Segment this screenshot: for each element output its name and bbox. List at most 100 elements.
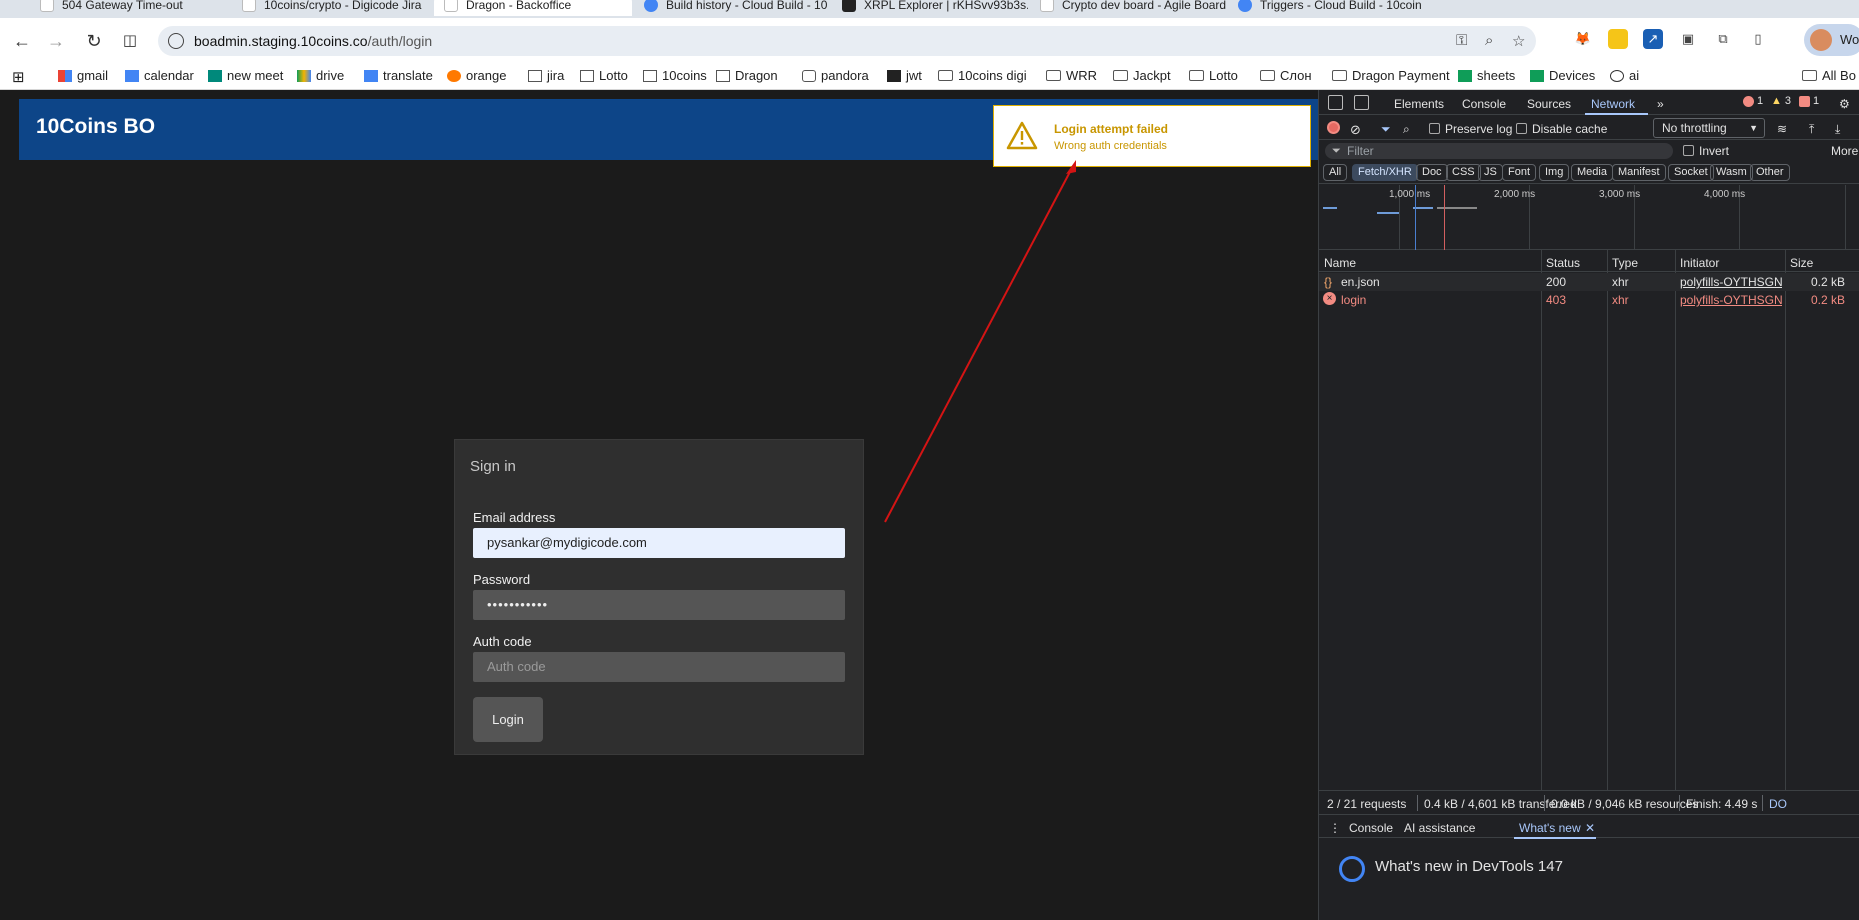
column-initiator[interactable]: Initiator: [1680, 256, 1719, 270]
bookmark-item[interactable]: new meet: [208, 68, 283, 83]
more-filters-label[interactable]: More: [1831, 144, 1858, 158]
error-count-badge[interactable]: 1: [1743, 95, 1763, 107]
request-initiator-link[interactable]: polyfills-OYTHSGNX: [1680, 275, 1782, 289]
settings-gear-icon[interactable]: ⚙: [1839, 97, 1850, 111]
record-stop-icon[interactable]: [1327, 121, 1340, 134]
browser-tab[interactable]: Triggers - Cloud Build - 10coin: [1228, 0, 1424, 16]
browser-tab[interactable]: XRPL Explorer | rKHSvv93b3s...: [832, 0, 1028, 16]
auth-code-field[interactable]: [473, 652, 845, 682]
type-filter-img[interactable]: Img: [1539, 164, 1570, 181]
browser-tab[interactable]: Build history - Cloud Build - 10: [634, 0, 830, 16]
type-filter-fetch-xhr[interactable]: Fetch/XHR: [1352, 164, 1418, 181]
login-button[interactable]: Login: [473, 697, 543, 742]
email-field[interactable]: pysankar@mydigicode.com: [473, 528, 845, 558]
zoom-icon[interactable]: ⌕: [1485, 32, 1493, 49]
bookmark-item[interactable]: 10coins digi: [938, 68, 1027, 83]
browser-tab[interactable]: 10coins/crypto - Digicode Jira: [232, 0, 432, 16]
extension-icon[interactable]: ▣: [1678, 29, 1698, 49]
bookmark-item[interactable]: gmail: [58, 68, 108, 83]
more-tabs-icon[interactable]: »: [1657, 97, 1664, 111]
table-row[interactable]: × login 403 xhr polyfills-OYTHSGNX 0.2 k…: [1319, 291, 1859, 309]
extension-icon[interactable]: ↗: [1643, 29, 1663, 49]
column-status[interactable]: Status: [1546, 256, 1580, 270]
omnibox[interactable]: boadmin.staging.10coins.co/auth/login ⚿ …: [158, 26, 1536, 56]
import-har-icon[interactable]: ⤒: [1809, 122, 1814, 137]
bookmark-item[interactable]: translate: [364, 68, 433, 83]
warning-count-badge[interactable]: ▲ 3: [1771, 95, 1791, 107]
bookmark-item[interactable]: pandora: [802, 68, 869, 83]
filter-input[interactable]: ⏷ Filter: [1325, 143, 1673, 159]
type-filter-other[interactable]: Other: [1750, 164, 1790, 181]
password-field[interactable]: •••••••••••: [473, 590, 845, 620]
type-filter-socket[interactable]: Socket: [1668, 164, 1714, 181]
close-icon[interactable]: ✕: [1585, 821, 1595, 835]
disable-cache-checkbox[interactable]: [1516, 123, 1527, 134]
network-overview[interactable]: 1,000 ms 2,000 ms 3,000 ms 4,000 ms: [1319, 185, 1859, 250]
type-filter-font[interactable]: Font: [1502, 164, 1537, 181]
bookmark-item[interactable]: Devices: [1530, 68, 1595, 83]
issues-count-badge[interactable]: 1: [1799, 95, 1819, 107]
type-filter-manifest[interactable]: Manifest: [1612, 164, 1666, 181]
browser-tab[interactable]: 504 Gateway Time-out: [30, 0, 260, 16]
column-type[interactable]: Type: [1612, 256, 1638, 270]
bookmark-item[interactable]: 10coins: [643, 68, 707, 83]
bookmark-item[interactable]: WRR: [1046, 68, 1097, 83]
network-conditions-icon[interactable]: ≋: [1777, 122, 1787, 136]
bookmark-item[interactable]: Dragon: [716, 68, 778, 83]
extension-icon[interactable]: [1608, 29, 1628, 49]
inspect-icon[interactable]: [1328, 95, 1343, 110]
clear-icon[interactable]: ⊘: [1350, 122, 1361, 138]
type-filter-media[interactable]: Media: [1571, 164, 1613, 181]
drawer-menu-icon[interactable]: ⋮: [1329, 821, 1341, 835]
url-text[interactable]: boadmin.staging.10coins.co/auth/login: [194, 33, 432, 49]
metamask-icon[interactable]: 🦊: [1573, 29, 1593, 49]
bookmark-item[interactable]: drive: [297, 68, 344, 83]
bookmark-item[interactable]: Dragon Payment: [1332, 68, 1450, 83]
sidebar-icon[interactable]: ▯: [1748, 29, 1768, 49]
filter-funnel-icon[interactable]: ⏷: [1381, 122, 1391, 137]
bookmark-item[interactable]: jwt: [887, 68, 922, 83]
search-icon[interactable]: ⌕: [1403, 122, 1410, 137]
bookmark-item[interactable]: jira: [528, 68, 564, 83]
reload-button[interactable]: ↻: [82, 29, 106, 53]
split-view-icon[interactable]: ◫: [118, 29, 142, 53]
tab-network[interactable]: Network: [1591, 97, 1635, 111]
back-button[interactable]: ←: [10, 29, 34, 53]
invert-checkbox[interactable]: [1683, 145, 1694, 156]
extensions-puzzle-icon[interactable]: ⧉: [1713, 29, 1733, 49]
forward-button[interactable]: →: [44, 29, 68, 53]
drawer-tab-console[interactable]: Console: [1349, 821, 1393, 835]
bookmark-item[interactable]: Lotto: [1189, 68, 1238, 83]
bookmark-item[interactable]: ai: [1610, 68, 1639, 83]
type-filter-wasm[interactable]: Wasm: [1710, 164, 1753, 181]
column-name[interactable]: Name: [1324, 256, 1356, 270]
device-toolbar-icon[interactable]: [1354, 95, 1369, 110]
tab-console[interactable]: Console: [1462, 97, 1506, 111]
browser-tab[interactable]: Crypto dev board - Agile Board: [1030, 0, 1226, 16]
preserve-log-checkbox[interactable]: [1429, 123, 1440, 134]
request-initiator-link[interactable]: polyfills-OYTHSGNX: [1680, 293, 1782, 307]
throttling-select[interactable]: No throttling ▼: [1653, 118, 1765, 138]
bookmark-item[interactable]: Lotto: [580, 68, 628, 83]
tab-sources[interactable]: Sources: [1527, 97, 1571, 111]
type-filter-css[interactable]: CSS: [1446, 164, 1481, 181]
star-icon[interactable]: ☆: [1512, 32, 1525, 50]
apps-grid-icon[interactable]: ⊞: [12, 68, 25, 86]
site-info-icon[interactable]: [168, 33, 184, 49]
type-filter-all[interactable]: All: [1323, 164, 1348, 181]
key-icon[interactable]: ⚿: [1456, 32, 1467, 49]
column-size[interactable]: Size: [1790, 256, 1813, 270]
type-filter-doc[interactable]: Doc: [1416, 164, 1448, 181]
profile-button[interactable]: Wor: [1804, 24, 1859, 56]
bookmark-item[interactable]: orange: [447, 68, 506, 83]
browser-tab-active[interactable]: Dragon - Backoffice: [434, 0, 632, 16]
export-har-icon[interactable]: ⤓: [1835, 122, 1840, 137]
bookmark-item[interactable]: Слон: [1260, 68, 1312, 83]
drawer-tab-ai-assistance[interactable]: AI assistance: [1404, 821, 1475, 835]
tab-elements[interactable]: Elements: [1394, 97, 1444, 111]
bookmark-item[interactable]: sheets: [1458, 68, 1515, 83]
bookmark-item[interactable]: All Bo: [1802, 68, 1856, 83]
type-filter-js[interactable]: JS: [1478, 164, 1503, 181]
table-row[interactable]: {} en.json 200 xhr polyfills-OYTHSGNX 0.…: [1319, 273, 1859, 291]
drawer-tab-whats-new[interactable]: What's new: [1519, 821, 1581, 835]
